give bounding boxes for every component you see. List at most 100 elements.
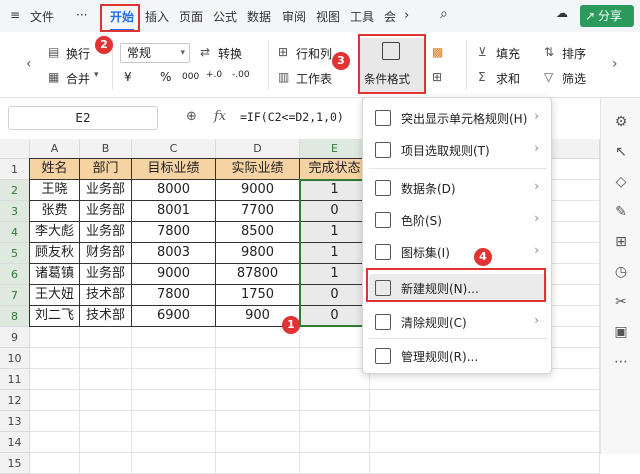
menu-item-top-bottom-rules[interactable]: 项目选取规则(T) › bbox=[369, 136, 547, 164]
search-icon[interactable]: ⌕ bbox=[440, 6, 448, 22]
menu-item-icon-sets[interactable]: 图标集(I) › bbox=[369, 238, 547, 266]
currency-button[interactable]: ¥ bbox=[124, 70, 132, 84]
grid-icon[interactable]: ⊞ bbox=[611, 234, 631, 254]
tab-insert[interactable]: 插入 bbox=[145, 8, 169, 25]
tab-formula[interactable]: 公式 bbox=[213, 8, 237, 25]
decrease-decimal-button[interactable]: -.00 bbox=[232, 70, 250, 80]
menu-item-color-scales[interactable]: 色阶(S) › bbox=[369, 206, 547, 234]
empty-cell[interactable] bbox=[216, 369, 300, 390]
convert-button[interactable]: 转换 bbox=[218, 45, 242, 62]
menu-item-manage-rules[interactable]: 管理规则(R)... bbox=[369, 342, 547, 370]
column-header[interactable]: C bbox=[132, 139, 216, 159]
empty-cell[interactable] bbox=[132, 411, 216, 432]
empty-cell[interactable] bbox=[370, 390, 600, 411]
empty-cell[interactable] bbox=[30, 369, 80, 390]
menu-item-clear-rules[interactable]: 清除规则(C) › bbox=[369, 308, 547, 336]
fx-icon[interactable]: fx bbox=[214, 109, 226, 124]
row-header[interactable]: 13 bbox=[0, 411, 30, 432]
row-header[interactable]: 11 bbox=[0, 369, 30, 390]
percent-button[interactable]: % bbox=[160, 70, 171, 84]
empty-cell[interactable] bbox=[132, 348, 216, 369]
empty-cell[interactable] bbox=[30, 432, 80, 453]
empty-cell[interactable] bbox=[80, 411, 132, 432]
select-all-corner[interactable] bbox=[0, 139, 30, 159]
row-header[interactable]: 3 bbox=[0, 201, 30, 222]
empty-cell[interactable] bbox=[300, 411, 370, 432]
name-box[interactable]: E2 bbox=[8, 106, 158, 130]
empty-cell[interactable] bbox=[30, 411, 80, 432]
empty-cell[interactable] bbox=[30, 327, 80, 348]
empty-cell[interactable] bbox=[300, 453, 370, 474]
empty-cell[interactable] bbox=[80, 432, 132, 453]
menu-icon[interactable]: ≡ bbox=[10, 8, 20, 22]
empty-cell[interactable] bbox=[132, 390, 216, 411]
clock-icon[interactable]: ◷ bbox=[611, 264, 631, 284]
empty-cell[interactable] bbox=[30, 453, 80, 474]
cell-style-icon[interactable]: ▩ bbox=[432, 45, 443, 59]
empty-cell[interactable] bbox=[80, 348, 132, 369]
tab-more[interactable]: 会 bbox=[384, 8, 396, 25]
row-header[interactable]: 1 bbox=[0, 159, 30, 180]
column-header[interactable]: A bbox=[30, 139, 80, 159]
row-header[interactable]: 15 bbox=[0, 453, 30, 474]
empty-cell[interactable] bbox=[216, 432, 300, 453]
empty-cell[interactable] bbox=[132, 327, 216, 348]
row-header[interactable]: 7 bbox=[0, 285, 30, 306]
empty-cell[interactable] bbox=[370, 432, 600, 453]
zoom-icon[interactable]: ⊕ bbox=[186, 109, 197, 124]
empty-cell[interactable] bbox=[216, 390, 300, 411]
shape-icon[interactable]: ◇ bbox=[611, 174, 631, 194]
cloud-icon[interactable]: ☁ bbox=[556, 6, 568, 20]
more-menu[interactable]: ··· bbox=[76, 8, 87, 22]
empty-cell[interactable] bbox=[80, 369, 132, 390]
rowcol-button[interactable]: 行和列 bbox=[296, 45, 332, 62]
merge-dropdown-icon[interactable]: ▾ bbox=[94, 70, 99, 80]
ribbon-scroll-left-icon[interactable]: ‹ bbox=[26, 56, 32, 72]
file-menu[interactable]: 文件 bbox=[30, 8, 54, 25]
increase-decimal-button[interactable]: +.0 bbox=[206, 70, 222, 80]
adjust-icon[interactable]: ⚙ bbox=[611, 114, 631, 134]
filter-button[interactable]: 筛选 bbox=[562, 70, 586, 87]
column-header[interactable]: B bbox=[80, 139, 132, 159]
tool-icon[interactable]: ✂ bbox=[611, 294, 631, 314]
formula-input[interactable]: =IF(C2<=D2,1,0) bbox=[240, 110, 344, 124]
empty-cell[interactable] bbox=[132, 453, 216, 474]
empty-cell[interactable] bbox=[300, 432, 370, 453]
row-header[interactable]: 2 bbox=[0, 180, 30, 201]
border-icon[interactable]: ⊞ bbox=[432, 70, 442, 84]
number-format-select[interactable]: 常规 ▾ bbox=[120, 43, 190, 63]
row-header[interactable]: 8 bbox=[0, 306, 30, 327]
ribbon-scroll-right-icon[interactable]: › bbox=[612, 56, 618, 72]
share-button[interactable]: ↗ 分享 bbox=[580, 5, 634, 27]
row-header[interactable]: 5 bbox=[0, 243, 30, 264]
empty-cell[interactable] bbox=[30, 390, 80, 411]
row-header[interactable]: 6 bbox=[0, 264, 30, 285]
sheet-button[interactable]: 工作表 bbox=[296, 70, 332, 87]
empty-cell[interactable] bbox=[300, 369, 370, 390]
fill-button[interactable]: 填充 bbox=[496, 45, 520, 62]
tab-view[interactable]: 视图 bbox=[316, 8, 340, 25]
column-header[interactable]: E bbox=[300, 139, 370, 159]
sort-button[interactable]: 排序 bbox=[562, 45, 586, 62]
empty-cell[interactable] bbox=[216, 348, 300, 369]
wrap-button[interactable]: 换行 bbox=[66, 45, 90, 62]
empty-cell[interactable] bbox=[370, 453, 600, 474]
merge-button[interactable]: 合并 bbox=[66, 70, 90, 87]
chevron-right-icon[interactable]: › bbox=[404, 8, 409, 23]
tab-data[interactable]: 数据 bbox=[247, 8, 271, 25]
empty-cell[interactable] bbox=[80, 327, 132, 348]
empty-cell[interactable] bbox=[300, 390, 370, 411]
style-icon[interactable]: ✎ bbox=[611, 204, 631, 224]
row-header[interactable]: 12 bbox=[0, 390, 30, 411]
empty-cell[interactable] bbox=[132, 369, 216, 390]
row-header[interactable]: 10 bbox=[0, 348, 30, 369]
row-header[interactable]: 4 bbox=[0, 222, 30, 243]
empty-cell[interactable] bbox=[370, 411, 600, 432]
empty-cell[interactable] bbox=[80, 453, 132, 474]
menu-item-highlight-rules[interactable]: 突出显示单元格规则(H) › bbox=[369, 104, 547, 132]
column-header[interactable]: D bbox=[216, 139, 300, 159]
row-header[interactable]: 9 bbox=[0, 327, 30, 348]
empty-cell[interactable] bbox=[216, 453, 300, 474]
thousands-button[interactable]: 000 bbox=[182, 72, 199, 82]
row-header[interactable]: 14 bbox=[0, 432, 30, 453]
